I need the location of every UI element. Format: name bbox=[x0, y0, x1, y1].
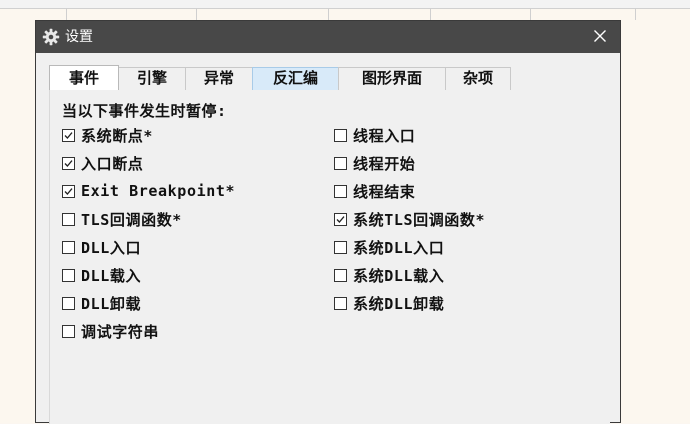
checkbox-box[interactable] bbox=[334, 240, 347, 254]
tab-misc[interactable]: 杂项 bbox=[445, 67, 511, 90]
checkbox-label: 系统DLL载入 bbox=[353, 266, 445, 285]
checkbox-box[interactable] bbox=[334, 268, 347, 282]
checkbox-label: 入口断点 bbox=[81, 154, 144, 173]
entry-breakpoint-checkbox[interactable]: 入口断点 bbox=[62, 153, 143, 173]
tab-events[interactable]: 事件 bbox=[49, 65, 119, 90]
background-column-divider bbox=[430, 8, 431, 20]
dialog-title: 设置 bbox=[65, 29, 93, 45]
background-app-header bbox=[0, 0, 690, 9]
checkbox-box[interactable] bbox=[62, 212, 75, 226]
system-dll-load-checkbox[interactable]: 系统DLL载入 bbox=[334, 265, 444, 285]
checkbox-label: 线程结束 bbox=[353, 182, 416, 201]
thread-start-checkbox[interactable]: 线程开始 bbox=[334, 153, 415, 173]
checkbox-label: 系统TLS回调函数* bbox=[353, 210, 486, 229]
dll-entry-checkbox[interactable]: DLL入口 bbox=[62, 237, 141, 257]
exit-breakpoint-checkbox[interactable]: Exit Breakpoint* bbox=[62, 181, 235, 201]
background-column-divider bbox=[530, 8, 531, 20]
checkbox-label: 线程入口 bbox=[353, 126, 416, 145]
checkbox-box[interactable] bbox=[62, 324, 75, 338]
events-panel: 当以下事件发生时暂停: 系统断点* 入口断点 Exit Breakpoint* … bbox=[49, 90, 610, 424]
close-icon bbox=[593, 28, 607, 47]
dll-unload-checkbox[interactable]: DLL卸载 bbox=[62, 293, 141, 313]
thread-end-checkbox[interactable]: 线程结束 bbox=[334, 181, 415, 201]
checkbox-box[interactable] bbox=[334, 156, 347, 170]
tab-disassembly[interactable]: 反汇编 bbox=[252, 67, 339, 90]
checkbox-box[interactable] bbox=[334, 212, 347, 226]
checkbox-box[interactable] bbox=[334, 184, 347, 198]
checkbox-box[interactable] bbox=[62, 184, 75, 198]
tab-gui[interactable]: 图形界面 bbox=[338, 67, 446, 90]
tab-exceptions[interactable]: 异常 bbox=[185, 67, 253, 90]
checkbox-label: 系统断点* bbox=[81, 126, 154, 145]
pause-on-events-label: 当以下事件发生时暂停: bbox=[62, 102, 227, 120]
checkbox-box[interactable] bbox=[62, 268, 75, 282]
settings-dialog: 设置 事件 引擎 异常 反汇编 图形界面 杂项 当以下事件发生时暂停: 系统断点… bbox=[35, 20, 621, 424]
checkbox-label: DLL入口 bbox=[81, 238, 142, 257]
checkbox-label: 系统DLL入口 bbox=[353, 238, 445, 257]
checkbox-label: 系统DLL卸载 bbox=[353, 294, 445, 313]
checkbox-label: DLL载入 bbox=[81, 266, 142, 285]
checkbox-box[interactable] bbox=[62, 240, 75, 254]
checkbox-box[interactable] bbox=[62, 296, 75, 310]
background-column-divider bbox=[635, 8, 636, 20]
checkbox-label: 线程开始 bbox=[353, 154, 416, 173]
system-dll-entry-checkbox[interactable]: 系统DLL入口 bbox=[334, 237, 444, 257]
settings-tabs: 事件 引擎 异常 反汇编 图形界面 杂项 bbox=[49, 65, 511, 90]
dll-load-checkbox[interactable]: DLL载入 bbox=[62, 265, 141, 285]
background-column-divider bbox=[66, 8, 67, 20]
checkbox-box[interactable] bbox=[334, 296, 347, 310]
system-breakpoint-checkbox[interactable]: 系统断点* bbox=[62, 125, 153, 145]
gear-icon bbox=[42, 28, 60, 46]
checkbox-label: DLL卸载 bbox=[81, 294, 142, 313]
checkbox-label: 调试字符串 bbox=[81, 322, 160, 341]
system-dll-unload-checkbox[interactable]: 系统DLL卸载 bbox=[334, 293, 444, 313]
checkbox-label: Exit Breakpoint* bbox=[81, 182, 236, 200]
dialog-titlebar[interactable]: 设置 bbox=[36, 21, 620, 53]
checkbox-box[interactable] bbox=[62, 156, 75, 170]
tls-callback-checkbox[interactable]: TLS回调函数* bbox=[62, 209, 182, 229]
close-button[interactable] bbox=[580, 21, 620, 53]
background-column-divider bbox=[328, 8, 329, 20]
tab-engine[interactable]: 引擎 bbox=[118, 67, 186, 90]
background-column-divider bbox=[196, 8, 197, 20]
checkbox-box[interactable] bbox=[62, 128, 75, 142]
thread-entry-checkbox[interactable]: 线程入口 bbox=[334, 125, 415, 145]
debug-string-checkbox[interactable]: 调试字符串 bbox=[62, 321, 159, 341]
checkbox-box[interactable] bbox=[334, 128, 347, 142]
system-tls-callback-checkbox[interactable]: 系统TLS回调函数* bbox=[334, 209, 485, 229]
checkbox-label: TLS回调函数* bbox=[81, 210, 182, 229]
